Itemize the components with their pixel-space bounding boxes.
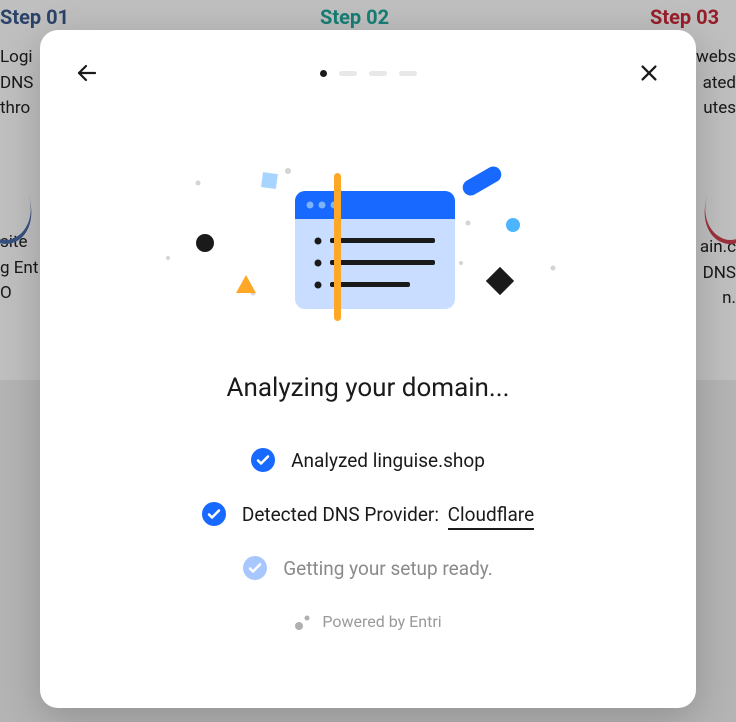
powered-by-text: Powered by Entri bbox=[322, 612, 441, 631]
progress-dot-active bbox=[320, 70, 327, 77]
check-circle-pending-icon bbox=[243, 556, 267, 580]
dns-provider-name[interactable]: Cloudflare bbox=[448, 503, 534, 530]
modal-heading: Analyzing your domain... bbox=[72, 373, 664, 403]
domain-illustration bbox=[72, 163, 664, 343]
check-circle-icon bbox=[202, 502, 226, 526]
status-text: Analyzed linguise.shop bbox=[291, 449, 485, 472]
progress-indicator bbox=[320, 70, 417, 77]
status-list: Analyzed linguise.shop Detected DNS Prov… bbox=[72, 448, 664, 580]
progress-dot bbox=[369, 71, 387, 76]
powered-by-footer: Powered by Entri bbox=[72, 612, 664, 631]
check-circle-icon bbox=[251, 448, 275, 472]
back-button[interactable] bbox=[72, 58, 102, 88]
domain-analysis-modal: Analyzing your domain... Analyzed lingui… bbox=[40, 30, 696, 708]
back-arrow-icon bbox=[75, 61, 99, 85]
status-text: Detected DNS Provider: Cloudflare bbox=[242, 503, 534, 526]
status-item-analyzed: Analyzed linguise.shop bbox=[251, 448, 485, 472]
modal-header bbox=[72, 58, 664, 88]
status-item-setup-pending: Getting your setup ready. bbox=[243, 556, 493, 580]
status-text: Getting your setup ready. bbox=[283, 557, 493, 580]
close-icon bbox=[638, 62, 660, 84]
status-item-dns-provider: Detected DNS Provider: Cloudflare bbox=[202, 502, 534, 526]
progress-dot bbox=[339, 71, 357, 76]
close-button[interactable] bbox=[634, 58, 664, 88]
progress-dot bbox=[399, 71, 417, 76]
entri-logo-icon bbox=[294, 613, 312, 631]
status-prefix: Detected DNS Provider: bbox=[242, 503, 444, 526]
